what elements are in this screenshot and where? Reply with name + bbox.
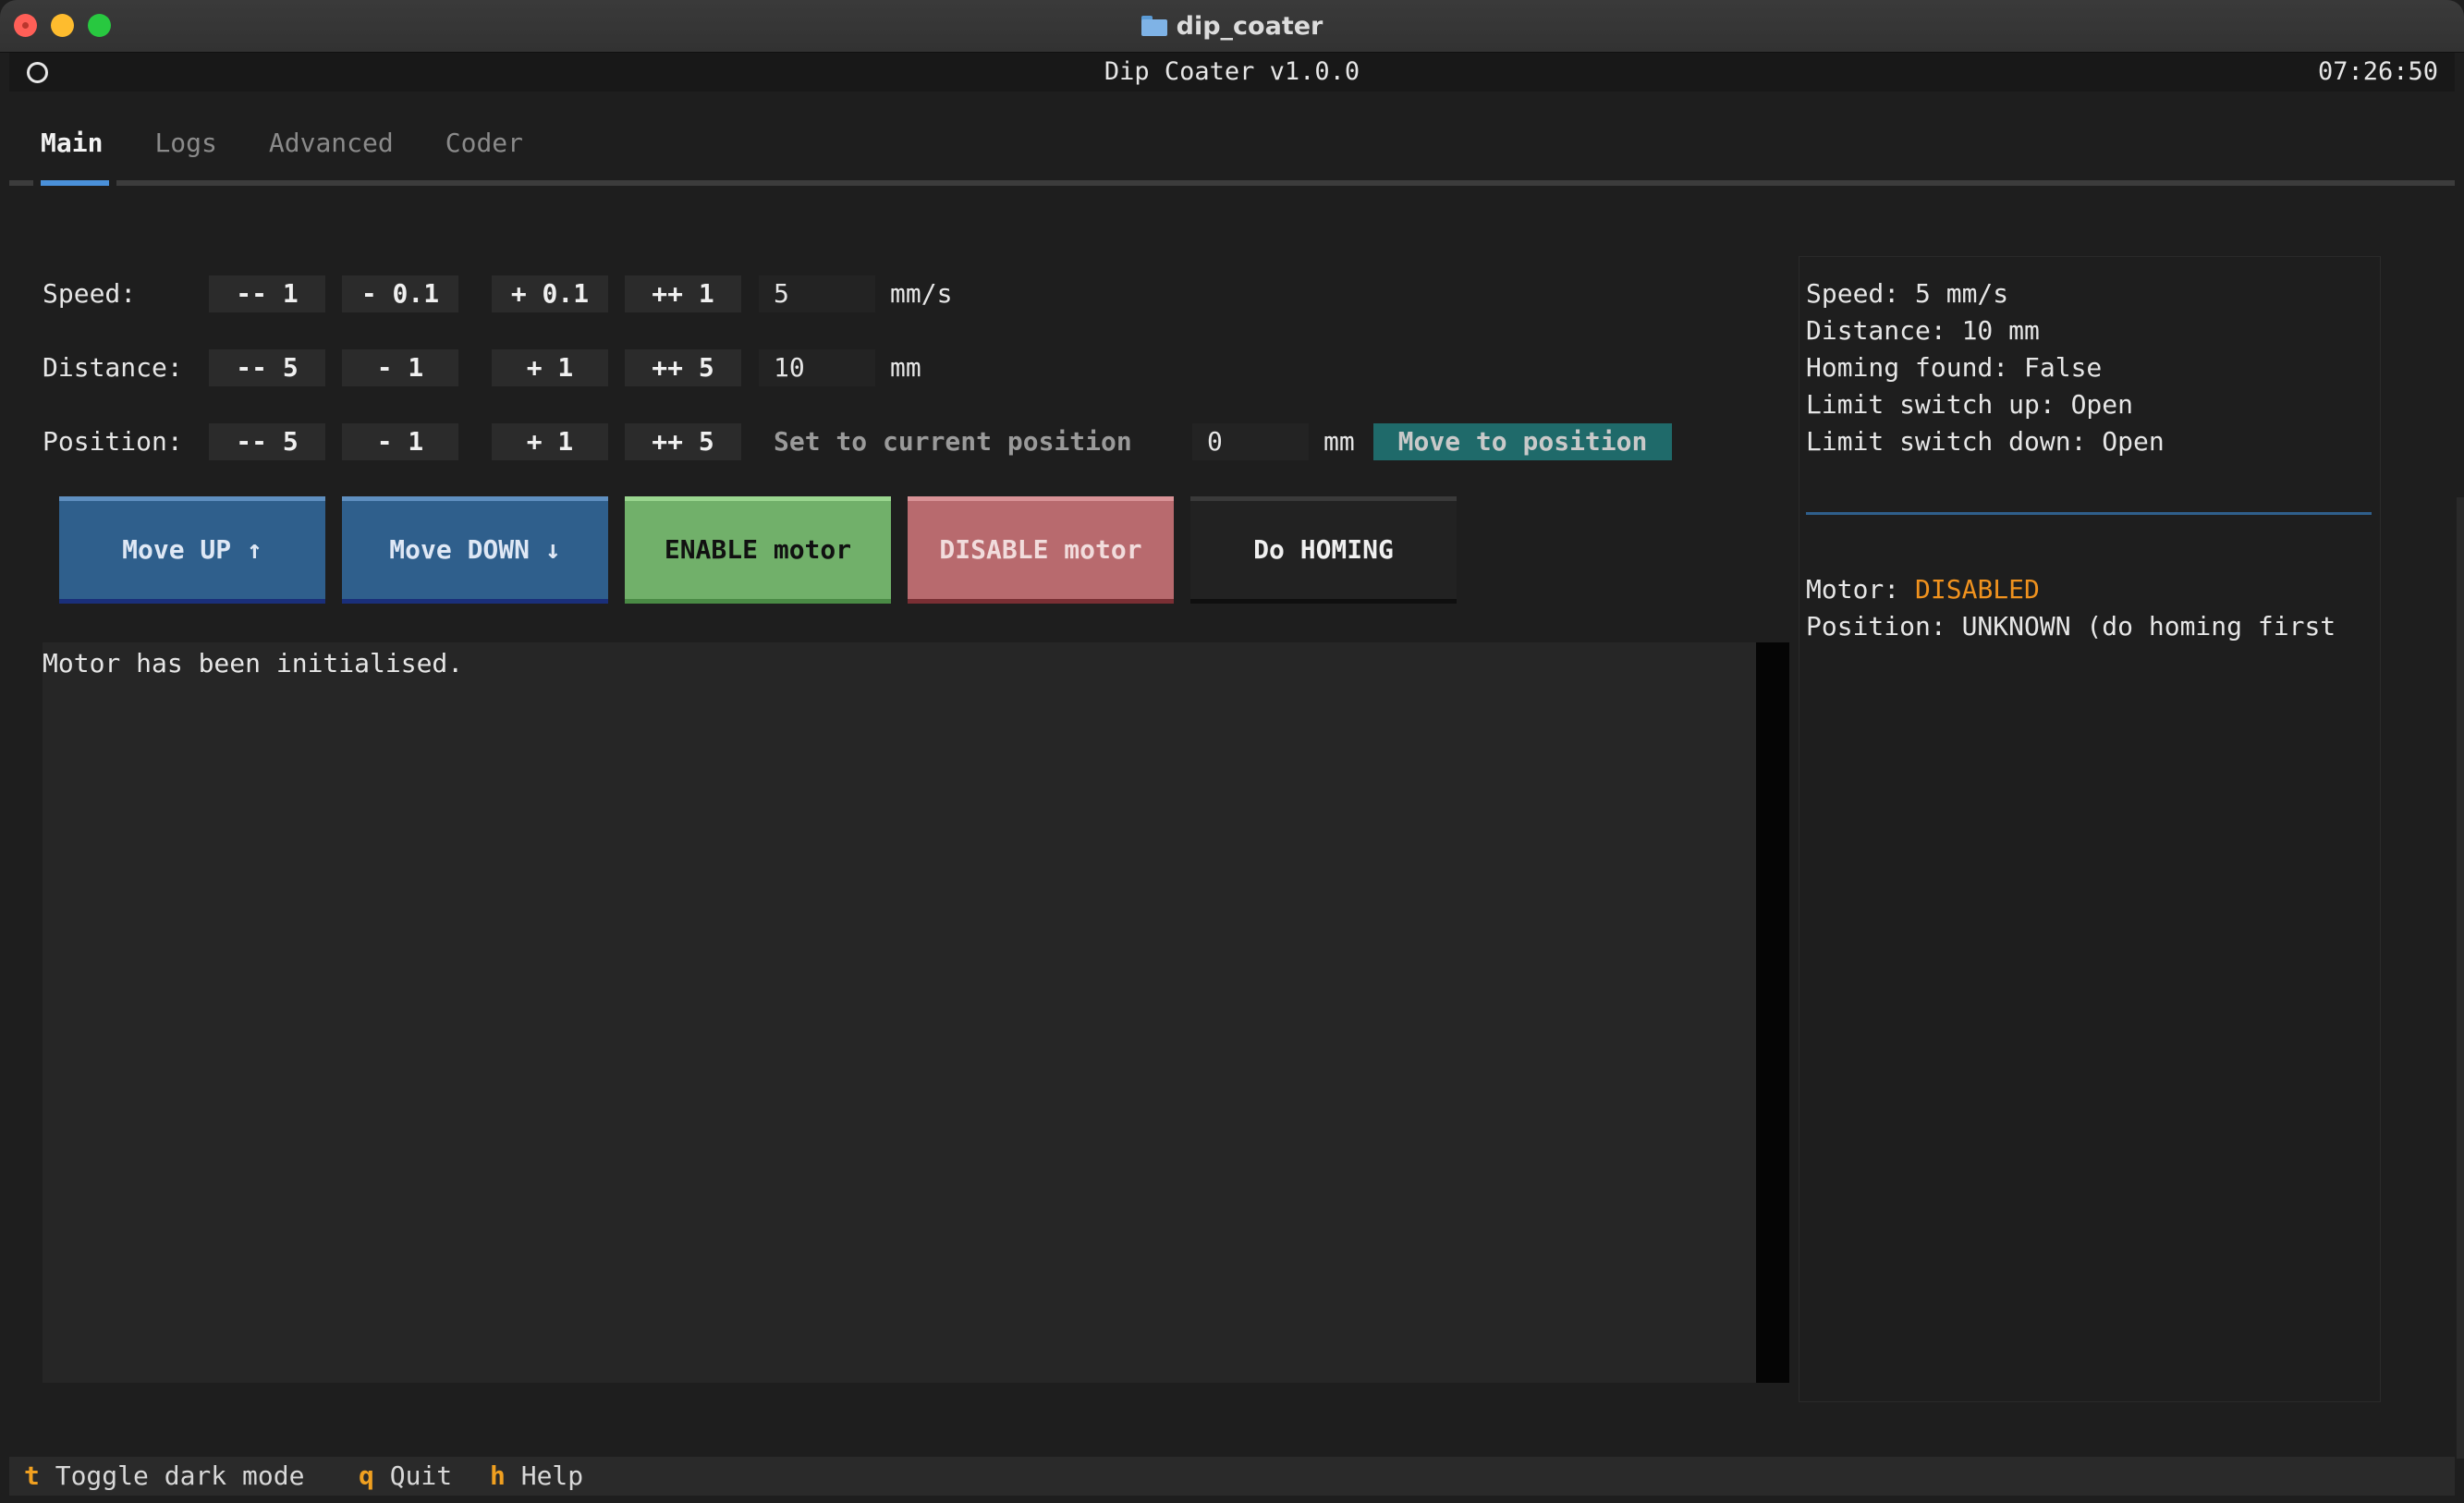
distance-label: Distance: bbox=[43, 352, 183, 383]
footer-help[interactable]: h Help bbox=[490, 1457, 583, 1496]
status-divider bbox=[1806, 512, 2372, 515]
folder-icon bbox=[1141, 16, 1167, 36]
position-input[interactable]: 0 bbox=[1192, 423, 1309, 460]
app-header: Dip Coater v1.0.0 07:26:50 bbox=[9, 53, 2455, 92]
window-titlebar: dip_coater bbox=[0, 0, 2464, 53]
footer-key-h: h bbox=[490, 1460, 506, 1491]
footer-quit[interactable]: q Quit bbox=[359, 1457, 452, 1496]
app-window: dip_coater Dip Coater v1.0.0 07:26:50 Ma… bbox=[0, 0, 2464, 1503]
do-homing-button[interactable]: Do HOMING bbox=[1190, 496, 1457, 604]
distance-decrease-5-button[interactable]: -- 5 bbox=[209, 349, 325, 386]
enable-motor-button[interactable]: ENABLE motor bbox=[625, 496, 891, 604]
distance-unit: mm bbox=[890, 352, 921, 383]
tab-coder[interactable]: Coder bbox=[445, 128, 523, 165]
tab-main[interactable]: Main bbox=[41, 128, 103, 165]
status-motor-label: Motor: bbox=[1806, 574, 1916, 605]
move-to-position-button[interactable]: Move to position bbox=[1373, 423, 1672, 460]
status-limit-up: Limit switch up: Open bbox=[1806, 389, 2134, 420]
speed-unit: mm/s bbox=[890, 278, 953, 309]
header-clock: 07:26:50 bbox=[2317, 57, 2438, 86]
disable-motor-button[interactable]: DISABLE motor bbox=[908, 496, 1174, 604]
panel-scrollbar[interactable] bbox=[2457, 497, 2464, 1459]
footer-label-help: Help bbox=[520, 1460, 584, 1491]
speed-label: Speed: bbox=[43, 278, 137, 309]
position-label: Position: bbox=[43, 426, 183, 457]
status-motor: Motor: DISABLED bbox=[1806, 571, 2040, 608]
move-up-button[interactable]: Move UP ↑ bbox=[59, 496, 325, 604]
speed-decrease-1-button[interactable]: -- 1 bbox=[209, 275, 325, 312]
distance-decrease-1-button[interactable]: - 1 bbox=[342, 349, 458, 386]
status-distance: Distance: 10 mm bbox=[1806, 315, 2040, 346]
tab-bar: Main Logs Advanced Coder bbox=[41, 128, 575, 165]
move-down-button[interactable]: Move DOWN ↓ bbox=[342, 496, 608, 604]
position-decrease-5-button[interactable]: -- 5 bbox=[209, 423, 325, 460]
tab-advanced[interactable]: Advanced bbox=[269, 128, 394, 165]
footer-key-q: q bbox=[359, 1460, 374, 1491]
speed-increase-1-button[interactable]: ++ 1 bbox=[625, 275, 741, 312]
position-unit: mm bbox=[1323, 426, 1355, 457]
log-scrollbar[interactable] bbox=[1756, 642, 1789, 1383]
speed-increase-0.1-button[interactable]: + 0.1 bbox=[492, 275, 608, 312]
footer-bar: t Toggle dark mode q Quit h Help bbox=[9, 1457, 2455, 1496]
position-increase-1-button[interactable]: + 1 bbox=[492, 423, 608, 460]
active-tab-indicator bbox=[41, 180, 109, 186]
footer-label-quit: Quit bbox=[389, 1460, 453, 1491]
distance-input[interactable]: 10 bbox=[759, 349, 875, 386]
status-speed: Speed: 5 mm/s bbox=[1806, 278, 2009, 309]
status-position: Position: UNKNOWN (do homing first bbox=[1806, 611, 2336, 642]
footer-key-t: t bbox=[24, 1460, 40, 1491]
position-increase-5-button[interactable]: ++ 5 bbox=[625, 423, 741, 460]
set-current-position-button[interactable]: Set to current position bbox=[774, 423, 1132, 460]
log-output[interactable]: Motor has been initialised. bbox=[43, 642, 1756, 1383]
status-motor-value: DISABLED bbox=[1915, 574, 2040, 605]
speed-input[interactable]: 5 bbox=[759, 275, 875, 312]
distance-increase-5-button[interactable]: ++ 5 bbox=[625, 349, 741, 386]
speed-decrease-0.1-button[interactable]: - 0.1 bbox=[342, 275, 458, 312]
status-limit-down: Limit switch down: Open bbox=[1806, 426, 2165, 457]
distance-increase-1-button[interactable]: + 1 bbox=[492, 349, 608, 386]
footer-label-toggle: Toggle dark mode bbox=[55, 1460, 305, 1491]
tab-underline-track bbox=[9, 180, 2455, 186]
window-title-text: dip_coater bbox=[1176, 11, 1323, 41]
tab-logs[interactable]: Logs bbox=[154, 128, 216, 165]
status-homing: Homing found: False bbox=[1806, 352, 2103, 383]
footer-toggle-dark-mode[interactable]: t Toggle dark mode bbox=[24, 1457, 304, 1496]
position-decrease-1-button[interactable]: - 1 bbox=[342, 423, 458, 460]
log-line: Motor has been initialised. bbox=[43, 648, 464, 678]
app-title: Dip Coater v1.0.0 bbox=[1104, 57, 1360, 86]
window-title: dip_coater bbox=[0, 0, 2464, 52]
